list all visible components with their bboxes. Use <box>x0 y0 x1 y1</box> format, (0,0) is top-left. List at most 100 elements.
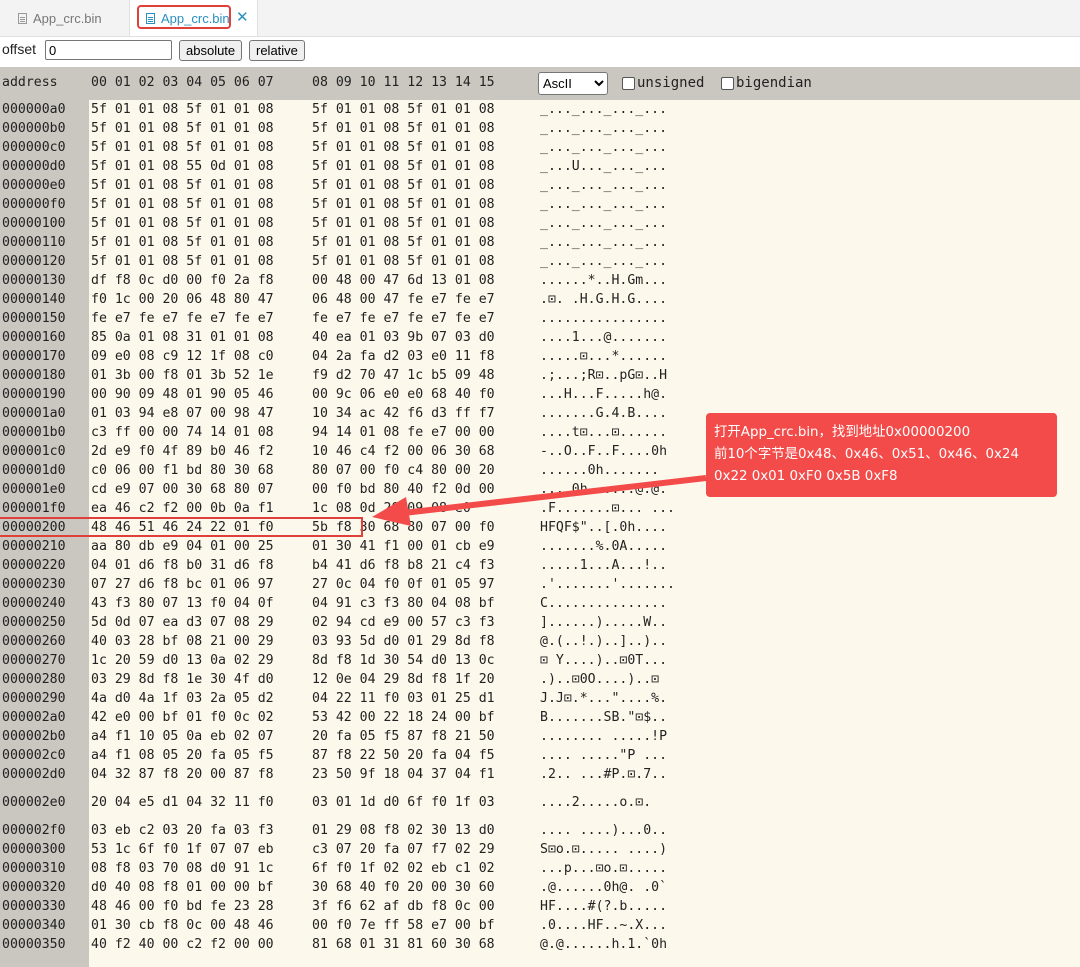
row-hex-right: 03 01 1d d0 6f f0 1f 03 <box>312 795 495 810</box>
row-hex-right: 10 46 c4 f2 00 06 30 68 <box>312 444 495 459</box>
row-hex-right: 81 68 01 31 81 60 30 68 <box>312 937 495 952</box>
row-address: 000002e0 <box>2 795 66 810</box>
row-address: 00000180 <box>2 368 66 383</box>
row-hex-left: cd e9 07 00 30 68 80 07 <box>91 482 274 497</box>
offset-input[interactable] <box>45 40 172 60</box>
row-ascii: .....1...A...!.. <box>540 558 668 573</box>
tab-app-crc-bin-2[interactable]: App_crc.bin ✕ <box>129 0 258 36</box>
row-hex-right: 10 34 ac 42 f6 d3 ff f7 <box>312 406 495 421</box>
row-address: 00000320 <box>2 880 66 895</box>
row-hex-right: 53 42 00 22 18 24 00 bf <box>312 710 495 725</box>
row-hex-left: a4 f1 08 05 20 fa 05 f5 <box>91 748 274 763</box>
row-hex-right: 3f f6 62 af db f8 0c 00 <box>312 899 495 914</box>
offset-label: offset <box>2 41 36 57</box>
row-ascii: .;...;R⊡..pG⊡..H <box>540 368 668 383</box>
row-ascii: .......G.4.B.... <box>540 406 668 421</box>
row-hex-left: 5f 01 01 08 5f 01 01 08 <box>91 216 274 231</box>
row-ascii: .0....HF..~.X... <box>540 918 668 933</box>
row-hex-left: 2d e9 f0 4f 89 b0 46 f2 <box>91 444 274 459</box>
row-hex-right: 03 93 5d d0 01 29 8d f8 <box>312 634 495 649</box>
row-ascii: .@......0h@. .0` <box>540 880 668 895</box>
row-hex-left: 01 30 cb f8 0c 00 48 46 <box>91 918 274 933</box>
close-icon[interactable]: ✕ <box>236 8 249 26</box>
row-ascii: _...U..._..._... <box>540 159 668 174</box>
unsigned-checkbox[interactable] <box>622 77 635 90</box>
row-hex-right: b4 41 d6 f8 b8 21 c4 f3 <box>312 558 495 573</box>
row-address: 000000f0 <box>2 197 66 212</box>
row-ascii: .⊡. .H.G.H.G.... <box>540 292 668 307</box>
row-address: 00000290 <box>2 691 66 706</box>
absolute-button[interactable]: absolute <box>179 40 243 61</box>
row-address: 000001b0 <box>2 425 66 440</box>
row-hex-left: 53 1c 6f f0 1f 07 07 eb <box>91 842 274 857</box>
row-ascii: .... ....)...0.. <box>540 823 668 838</box>
row-ascii: HF....#(?.b..... <box>540 899 668 914</box>
encoding-select[interactable]: AscII <box>538 72 608 95</box>
row-address: 00000300 <box>2 842 66 857</box>
row-ascii: ......*..H.Gm... <box>540 273 668 288</box>
row-address: 00000140 <box>2 292 66 307</box>
row-ascii: ....t⊡...⊡...... <box>540 425 668 440</box>
row-ascii: ....1...@....... <box>540 330 668 345</box>
row-hex-right: 06 48 00 47 fe e7 fe e7 <box>312 292 495 307</box>
row-ascii: _..._..._..._... <box>540 254 668 269</box>
row-hex-left: fe e7 fe e7 fe e7 fe e7 <box>91 311 274 326</box>
row-hex-right: 5f 01 01 08 5f 01 01 08 <box>312 159 495 174</box>
row-hex-right: 04 22 11 f0 03 01 25 d1 <box>312 691 495 706</box>
row-ascii: _..._..._..._... <box>540 178 668 193</box>
row-hex-left: c0 06 00 f1 bd 80 30 68 <box>91 463 274 478</box>
row-hex-right: 40 ea 01 03 9b 07 03 d0 <box>312 330 495 345</box>
row-hex-left: 03 eb c2 03 20 fa 03 f3 <box>91 823 274 838</box>
tab-app-crc-bin-1[interactable]: App_crc.bin <box>18 0 102 36</box>
row-hex-left: 08 f8 03 70 08 d0 91 1c <box>91 861 274 876</box>
row-hex-left: 5f 01 01 08 5f 01 01 08 <box>91 140 274 155</box>
row-hex-left: df f8 0c d0 00 f0 2a f8 <box>91 273 274 288</box>
row-hex-left: 5f 01 01 08 55 0d 01 08 <box>91 159 274 174</box>
row-hex-right: 20 fa 05 f5 87 f8 21 50 <box>312 729 495 744</box>
annotation-callout: 打开App_crc.bin，找到地址0x00000200 前10个字节是0x48… <box>706 413 1057 497</box>
row-ascii: ......0h....... <box>540 463 668 478</box>
row-hex-left: 40 f2 40 00 c2 f2 00 00 <box>91 937 274 952</box>
row-hex-left: 48 46 00 f0 bd fe 23 28 <box>91 899 274 914</box>
row-ascii: _..._..._..._... <box>540 140 668 155</box>
row-ascii: .'.......'....... <box>540 577 675 592</box>
row-hex-right: 80 07 00 f0 c4 80 00 20 <box>312 463 495 478</box>
row-hex-right: 8d f8 1d 30 54 d0 13 0c <box>312 653 495 668</box>
row-hex-right: 00 f0 bd 80 40 f2 0d 00 <box>312 482 495 497</box>
row-hex-left: 5f 01 01 08 5f 01 01 08 <box>91 197 274 212</box>
relative-button[interactable]: relative <box>249 40 305 61</box>
hex-header: address 00 01 02 03 04 05 06 07 08 09 10… <box>0 67 1080 100</box>
row-hex-left: 5d 0d 07 ea d3 07 08 29 <box>91 615 274 630</box>
bigendian-checkbox[interactable] <box>721 77 734 90</box>
row-hex-right: 04 2a fa d2 03 e0 11 f8 <box>312 349 495 364</box>
unsigned-label: unsigned <box>637 75 705 91</box>
row-highlight-box <box>0 517 363 537</box>
row-hex-right: 6f f0 1f 02 02 eb c1 02 <box>312 861 495 876</box>
row-address: 00000110 <box>2 235 66 250</box>
row-ascii: _..._..._..._... <box>540 102 668 117</box>
row-hex-right: 01 30 41 f1 00 01 cb e9 <box>312 539 495 554</box>
row-ascii: HFQF$"..[.0h.... <box>540 520 668 535</box>
row-ascii: @.(..!.)..]..).. <box>540 634 668 649</box>
row-address: 000000b0 <box>2 121 66 136</box>
row-hex-right: c3 07 20 fa 07 f7 02 29 <box>312 842 495 857</box>
row-hex-right: 30 68 40 f0 20 00 30 60 <box>312 880 495 895</box>
row-hex-left: 43 f3 80 07 13 f0 04 0f <box>91 596 274 611</box>
row-address: 000002c0 <box>2 748 66 763</box>
row-hex-right: 27 0c 04 f0 0f 01 05 97 <box>312 577 495 592</box>
callout-line-1: 打开App_crc.bin，找到地址0x00000200 <box>714 425 971 440</box>
row-hex-right: 1c 08 0d 20 09 08 e0 <box>312 501 471 516</box>
row-hex-left: 5f 01 01 08 5f 01 01 08 <box>91 121 274 136</box>
row-address: 000000d0 <box>2 159 66 174</box>
row-address: 00000270 <box>2 653 66 668</box>
row-hex-left: 07 27 d6 f8 bc 01 06 97 <box>91 577 274 592</box>
row-ascii: _..._..._..._... <box>540 235 668 250</box>
row-ascii: ....2.....o.⊡. <box>540 795 652 810</box>
row-address: 00000210 <box>2 539 66 554</box>
row-ascii: S⊡o.⊡..... ....) <box>540 842 668 857</box>
row-address: 000000e0 <box>2 178 66 193</box>
row-address: 00000250 <box>2 615 66 630</box>
row-hex-right: 94 14 01 08 fe e7 00 00 <box>312 425 495 440</box>
row-address: 00000190 <box>2 387 66 402</box>
row-hex-left: d0 40 08 f8 01 00 00 bf <box>91 880 274 895</box>
